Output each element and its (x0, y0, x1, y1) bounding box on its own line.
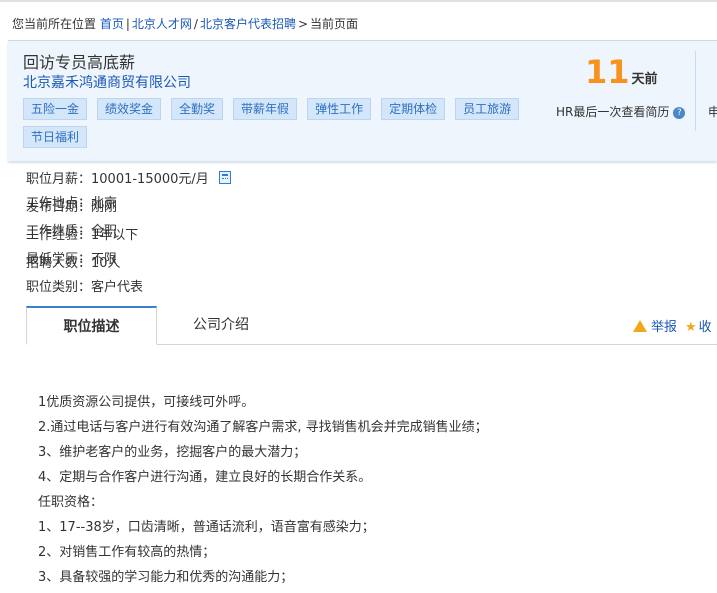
experience-cell: 工作经验：1年以下 (26, 224, 306, 248)
salary-value: 10001-15000元/月 (91, 172, 209, 187)
headcount-label: 招聘人数： (26, 256, 92, 271)
job-description: 1优质资源公司提供，可接线可外呼。 2.通过电话与客户进行有效沟通了解客户需求,… (38, 390, 708, 590)
info-row: 发布日期：刚刚工作性质：全职 (26, 196, 546, 239)
header-divider (695, 51, 696, 131)
description-line: 2、对销售工作有较高的热情； (38, 545, 216, 560)
welfare-tag: 绩效奖金 (97, 98, 162, 120)
headcount-value: 10人 (91, 256, 121, 271)
description-line: 2.通过电话与客户进行有效沟通了解客户需求, 寻找销售机会并完成销售业绩； (38, 420, 488, 435)
warning-icon (633, 319, 647, 332)
date-value: 刚刚 (91, 200, 118, 215)
breadcrumb-current: 当前页面 (310, 17, 359, 31)
experience-label: 工作经验： (26, 228, 92, 243)
job-title: 回访专员高底薪 (23, 53, 136, 72)
days-count: 11 (585, 53, 630, 91)
description-line: 1、17--38岁，口齿清晰，普通话流利，语音富有感染力； (38, 520, 375, 535)
star-icon: ★ (685, 320, 697, 335)
category-value: 客户代表 (91, 280, 144, 295)
welfare-tag: 带薪年假 (233, 98, 298, 120)
welfare-tag: 弹性工作 (307, 98, 372, 120)
tab-job-description[interactable]: 职位描述 (26, 306, 157, 345)
category-cell: 职位类别：客户代表 (26, 276, 306, 300)
job-info: 职位月薪：10001-15000元/月工作地点：北京 发布日期：刚刚工作性质：全… (26, 168, 546, 295)
welfare-tags: 五险一金 绩效奖金 全勤奖 带薪年假 弹性工作 定期体检 员工旅游 节日福利 (23, 98, 543, 154)
salary-label: 职位月薪： (26, 172, 92, 187)
experience-value: 1年以下 (91, 228, 139, 243)
collect-link[interactable]: 收 (699, 320, 712, 335)
report-actions: 举报 ★ 收 (633, 316, 712, 335)
company-link[interactable]: 北京嘉禾鸿通商贸有限公司 (23, 72, 191, 92)
description-line: 4、定期与合作客户进行沟通，建立良好的长期合作关系。 (38, 470, 372, 485)
date-label: 发布日期： (26, 200, 92, 215)
job-header: 回访专员高底薪 北京嘉禾鸿通商贸有限公司 五险一金 绩效奖金 全勤奖 带薪年假 … (8, 40, 717, 161)
welfare-tag: 全勤奖 (171, 98, 224, 120)
hr-note: HR最后一次查看简历? (556, 103, 686, 120)
welfare-tag: 定期体检 (381, 98, 446, 120)
info-row: 职位月薪：10001-15000元/月工作地点：北京 (26, 168, 546, 211)
top-divider (0, 0, 717, 2)
apply-cut-text[interactable]: 申 (708, 103, 717, 120)
description-line: 3、具备较强的学习能力和优秀的沟通能力； (38, 570, 294, 585)
detail-tabs: 职位描述 公司介绍 (26, 306, 717, 345)
headcount-cell: 招聘人数：10人 (26, 252, 306, 276)
hr-note-text: HR最后一次查看简历 (556, 105, 670, 119)
breadcrumb: 您当前所在位置 首页 | 北京人才网 / 北京客户代表招聘 > 当前页面 (12, 17, 359, 31)
welfare-tag: 五险一金 (23, 98, 88, 120)
salary-cell: 职位月薪：10001-15000元/月 (26, 168, 306, 192)
info-row: 招聘人数：10人职位类别：客户代表 (26, 252, 546, 295)
tab-company-intro[interactable]: 公司介绍 (181, 306, 261, 344)
breadcrumb-home[interactable]: 首页 (100, 17, 124, 31)
info-row: 工作经验：1年以下最低学历：不限 (26, 224, 546, 267)
hr-activity-days: 11 天前 (585, 53, 658, 91)
welfare-tag: 节日福利 (23, 126, 88, 148)
breadcrumb-category[interactable]: 北京客户代表招聘 (200, 17, 296, 31)
date-cell: 发布日期：刚刚 (26, 196, 306, 220)
calculator-icon[interactable] (218, 171, 231, 184)
breadcrumb-beijing-jobs[interactable]: 北京人才网 (132, 17, 192, 31)
days-unit: 天前 (631, 72, 658, 87)
description-line: 1优质资源公司提供，可接线可外呼。 (38, 395, 255, 410)
report-link[interactable]: 举报 (651, 320, 677, 335)
welfare-tag: 员工旅游 (455, 98, 520, 120)
description-line: 3、维护老客户的业务，挖掘客户的最大潜力； (38, 445, 307, 460)
breadcrumb-prefix: 您当前所在位置 (12, 17, 97, 31)
description-line: 任职资格： (38, 495, 104, 510)
question-icon[interactable]: ? (673, 106, 686, 119)
category-label: 职位类别： (26, 280, 92, 295)
